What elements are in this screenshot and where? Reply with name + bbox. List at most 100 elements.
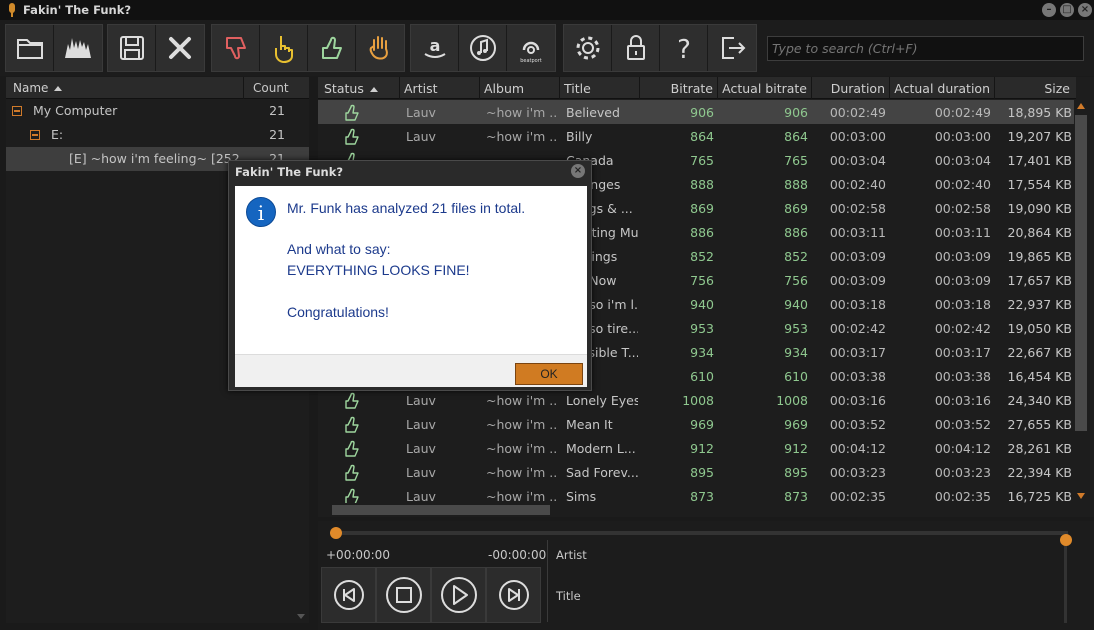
cell-actual-duration: 00:03:09 (934, 273, 991, 288)
beatport-button[interactable]: beatport (507, 25, 555, 71)
collapse-icon[interactable] (30, 130, 40, 140)
col-actual-duration[interactable]: Actual duration (890, 77, 995, 99)
cell-bitrate: 934 (690, 345, 714, 360)
music-note-icon (469, 35, 496, 61)
amazon-button[interactable]: a (411, 25, 459, 71)
cell-bitrate: 869 (690, 201, 714, 216)
tree-item-drive-e[interactable]: E: 21 (6, 123, 309, 147)
cell-size: 22,937 KB (1007, 297, 1072, 312)
itunes-button[interactable] (459, 25, 507, 71)
cell-size: 19,865 KB (1007, 249, 1072, 264)
seek-bar[interactable] (336, 531, 1068, 535)
cell-actual-duration: 00:03:17 (934, 345, 991, 360)
cell-bitrate: 886 (690, 225, 714, 240)
collapse-icon[interactable] (12, 106, 22, 116)
col-title[interactable]: Title (560, 77, 640, 99)
table-row[interactable]: Lauv ~how i'm ... Lonely Eyes 1008 1008 00:03… (318, 388, 1076, 412)
col-actual-bitrate[interactable]: Actual bitrate (718, 77, 812, 99)
volume-handle[interactable] (1060, 534, 1072, 546)
dialog-close-button[interactable]: × (571, 164, 585, 178)
search-input[interactable] (767, 36, 1084, 61)
thumbs-up-button[interactable] (308, 25, 356, 71)
cell-actual-duration: 00:03:04 (934, 153, 991, 168)
spectrum-icon (65, 38, 91, 58)
help-button[interactable]: ? (660, 25, 708, 71)
cell-artist: Lauv (406, 105, 436, 120)
minimize-button[interactable]: – (1042, 3, 1056, 17)
cell-actual-bitrate: 953 (784, 321, 808, 336)
suspicious-button[interactable] (260, 25, 308, 71)
ok-button[interactable]: OK (515, 363, 583, 385)
col-duration[interactable]: Duration (812, 77, 890, 99)
time-elapsed: +00:00:00 (326, 548, 390, 562)
open-folder-button[interactable] (6, 25, 54, 71)
scroll-down-icon[interactable] (297, 614, 305, 619)
cell-bitrate: 912 (690, 441, 714, 456)
close-button[interactable]: × (1078, 3, 1092, 17)
cell-duration: 00:03:09 (829, 273, 886, 288)
settings-button[interactable] (564, 25, 612, 71)
tree-item-my-computer[interactable]: My Computer 21 (6, 99, 309, 123)
table-row[interactable]: Lauv ~how i'm ... Mean It 969 969 00:03:52 00:… (318, 412, 1076, 436)
table-row[interactable]: Lauv ~how i'm ... Billy 864 864 00:03:00 00:03… (318, 124, 1076, 148)
col-album[interactable]: Album (480, 77, 560, 99)
cell-title: Sad Forev... (566, 465, 638, 480)
tree-header-count[interactable]: Count (243, 77, 293, 99)
remove-button[interactable] (156, 25, 204, 71)
col-artist[interactable]: Artist (400, 77, 480, 99)
table-horizontal-scrollbar[interactable] (318, 503, 1076, 517)
cell-actual-bitrate: 873 (784, 489, 808, 504)
tree-header-name[interactable]: Name (13, 81, 63, 95)
thumbs-up-icon (345, 104, 359, 121)
scrollbar-thumb[interactable] (1075, 115, 1087, 431)
dialog-message-verdict: EVERYTHING LOOKS FINE! (287, 262, 470, 278)
scroll-up-icon[interactable] (1077, 103, 1085, 109)
cell-actual-bitrate: 869 (784, 201, 808, 216)
cell-album: ~how i'm ... (486, 441, 558, 456)
cell-duration: 00:03:00 (829, 129, 886, 144)
cell-bitrate: 953 (690, 321, 714, 336)
scrollbar-thumb[interactable] (332, 505, 550, 515)
cell-actual-bitrate: 1008 (776, 393, 808, 408)
save-button[interactable] (108, 25, 156, 71)
cell-album: ~how i'm ... (486, 105, 558, 120)
now-playing-title: Title (556, 589, 581, 603)
cell-size: 16,725 KB (1007, 489, 1072, 504)
skip-previous-icon (333, 580, 364, 610)
cell-actual-bitrate: 765 (784, 153, 808, 168)
table-row[interactable]: Lauv ~how i'm ... Believed 906 906 00:02:49 00… (318, 100, 1076, 124)
cell-actual-bitrate: 895 (784, 465, 808, 480)
cell-duration: 00:03:11 (829, 225, 886, 240)
seek-handle[interactable] (330, 527, 342, 539)
toolbar-group-library (5, 24, 103, 72)
stop-hand-button[interactable] (356, 25, 404, 71)
cell-album: ~how i'm ... (486, 129, 558, 144)
table-row[interactable]: Lauv ~how i'm ... Modern L... 912 912 00:04:1… (318, 436, 1076, 460)
lock-button[interactable] (612, 25, 660, 71)
player-panel: +00:00:00 -00:00:00 Artist Title (318, 521, 1094, 630)
tree-header: Name Count (6, 77, 309, 99)
analysis-result-dialog: Fakin' The Funk? × i Mr. Funk has analyz… (228, 160, 592, 391)
spectrum-button[interactable] (54, 25, 102, 71)
next-button[interactable] (486, 567, 541, 623)
amazon-icon: a (423, 36, 446, 58)
play-button[interactable] (431, 567, 486, 623)
cell-actual-bitrate: 969 (784, 417, 808, 432)
table-vertical-scrollbar[interactable] (1074, 99, 1088, 503)
cell-title: Sims (566, 489, 597, 504)
scroll-down-icon[interactable] (1077, 493, 1085, 499)
gear-icon (576, 36, 599, 60)
col-bitrate[interactable]: Bitrate (640, 77, 718, 99)
cell-size: 17,554 KB (1007, 177, 1072, 192)
toolbar: a beatport ? (0, 20, 1094, 76)
col-status[interactable]: Status (318, 77, 400, 99)
table-row[interactable]: Lauv ~how i'm ... Sad Forev... 895 895 00:03:… (318, 460, 1076, 484)
previous-button[interactable] (321, 567, 376, 623)
thumbs-down-button[interactable] (212, 25, 260, 71)
cell-size: 24,340 KB (1007, 393, 1072, 408)
cell-actual-bitrate: 906 (784, 105, 808, 120)
maximize-button[interactable]: □ (1060, 3, 1074, 17)
col-size[interactable]: Size (995, 77, 1076, 99)
stop-button[interactable] (376, 567, 431, 623)
exit-button[interactable] (708, 25, 756, 71)
